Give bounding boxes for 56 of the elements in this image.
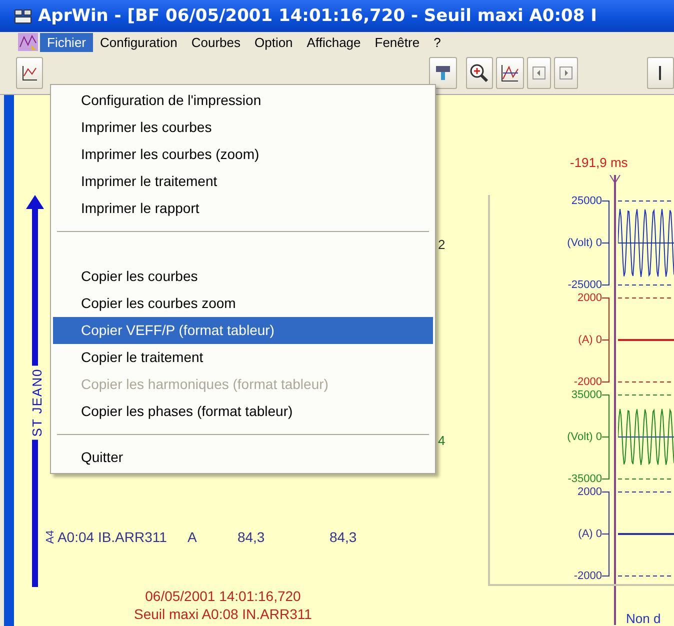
axis-tick-label: 25000 <box>571 195 602 208</box>
menu-item[interactable]: Fichier <box>40 32 94 52</box>
event-text: Seuil maxi A0:08 IN.ARR311 <box>134 605 312 623</box>
line-chart-icon <box>500 63 520 83</box>
axis-tick-label: -25000 <box>568 279 602 292</box>
axis-tick-label: (A) 0 <box>578 528 602 541</box>
chart-button[interactable] <box>16 57 44 89</box>
menu-item[interactable]: Imprimer le rapport <box>53 195 433 222</box>
cursor-label: Non d <box>626 611 661 626</box>
menu-item[interactable]: Copier les courbes zoom <box>53 290 433 317</box>
axis-tick-label: 35000 <box>571 389 602 402</box>
menu-item[interactable]: Affichage <box>300 32 368 52</box>
menu-item[interactable]: Option <box>247 32 300 52</box>
next-button[interactable] <box>554 57 578 89</box>
channel-tag: A4 <box>44 530 57 544</box>
menu-item[interactable]: Imprimer les courbes (zoom) <box>53 141 433 168</box>
menu-item[interactable]: Courbes <box>184 32 248 52</box>
menu-item[interactable]: Copier VEFF/P (format tableur) <box>53 317 433 344</box>
window-title: AprWin - [BF 06/05/2001 14:01:16,720 - Seuil maxi A0:08 I <box>38 6 597 26</box>
axis-tick-label: 2000 <box>578 292 602 305</box>
menu-item[interactable]: ? <box>426 32 448 52</box>
axis-tick-label: -2000 <box>574 570 602 583</box>
channel-cell-text: 84,3 <box>237 529 266 545</box>
channel-cell-text: A0:04 IB.ARR311 <box>57 529 168 545</box>
station-label: ST JEAN0 <box>30 365 45 440</box>
next-icon <box>558 66 573 80</box>
value-fragment: 4 <box>438 433 446 448</box>
chart-button[interactable] <box>496 57 524 89</box>
menu-item[interactable]: Copier les phases (format tableur) <box>53 398 433 425</box>
zoom-button[interactable] <box>466 57 494 89</box>
menu-item[interactable]: Fenêtre <box>368 32 427 52</box>
event-text: 06/05/2001 14:01:16,720 <box>145 587 301 605</box>
tool-button[interactable] <box>646 57 674 89</box>
menu-item[interactable]: Configuration de l'impression <box>53 87 433 114</box>
axis-tick-label: (A) 0 <box>578 334 602 347</box>
app-icon <box>14 8 32 24</box>
menu-item[interactable]: Imprimer le traitement <box>53 168 433 195</box>
axis-tick-label: (Volt) 0 <box>567 431 602 444</box>
tool-button[interactable] <box>429 57 457 89</box>
axis-tick-label: (Volt) 0 <box>567 237 602 250</box>
previous-icon <box>532 66 546 80</box>
menu-item[interactable]: Copier le traitement <box>53 344 433 371</box>
channel-cell-text: A <box>187 529 198 545</box>
zoom-in-icon <box>469 63 490 83</box>
axis-tick-label: -35000 <box>568 473 602 486</box>
axis-tick-label: -2000 <box>574 376 602 389</box>
menu-item[interactable]: Quitter <box>53 444 433 471</box>
time-marker: -191,9 ms <box>570 155 628 170</box>
value-fragment: 2 <box>438 237 446 252</box>
menu-item[interactable]: Imprimer les courbes <box>53 114 433 141</box>
line-chart-icon <box>20 64 39 82</box>
document-icon[interactable] <box>18 33 38 51</box>
menu-item[interactable]: Copier les courbes <box>53 263 433 290</box>
axis-tick-label: 2000 <box>578 486 602 499</box>
channel-cell: 84,3 <box>329 529 357 545</box>
menu-item[interactable]: Configuration <box>93 32 184 52</box>
